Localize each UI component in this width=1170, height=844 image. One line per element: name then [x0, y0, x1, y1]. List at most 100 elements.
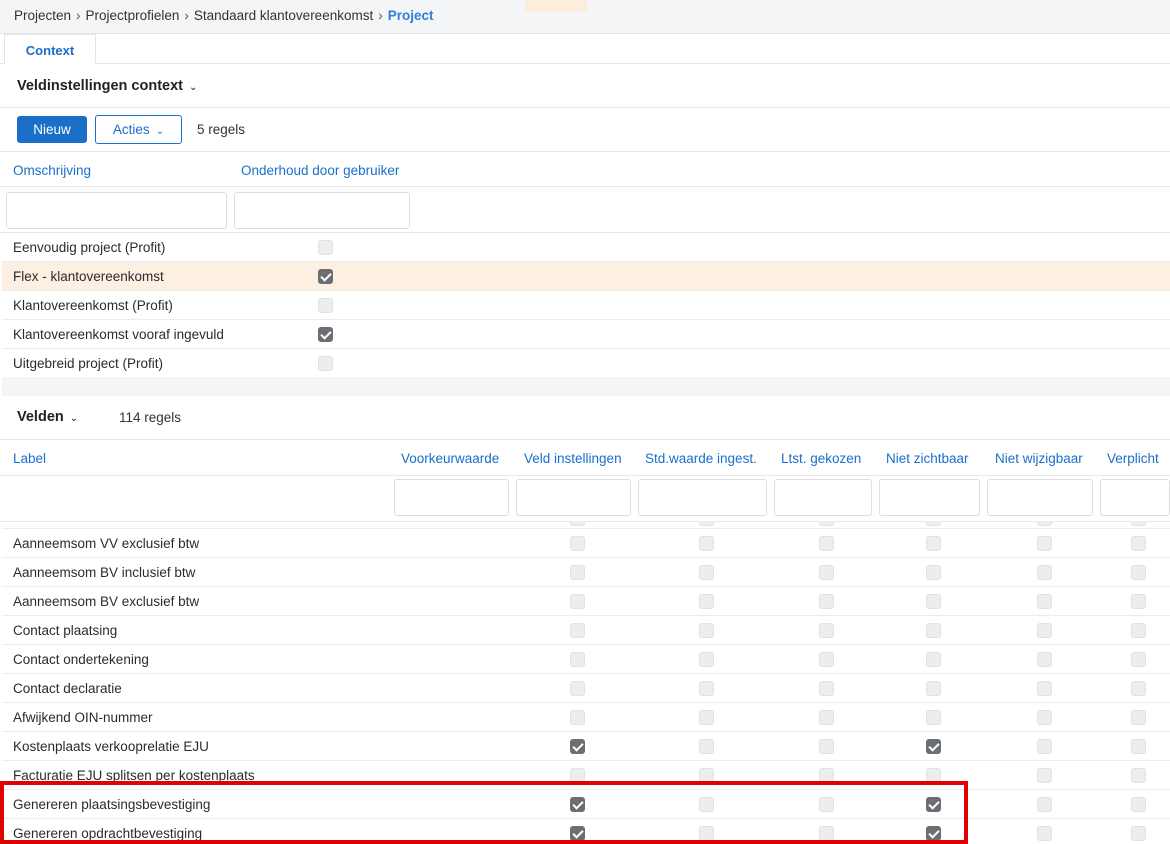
veld-instellingen-checkbox[interactable]: [570, 623, 585, 638]
niet-zichtbaar-checkbox[interactable]: [926, 710, 941, 725]
niet-wijzigbaar-checkbox[interactable]: [1037, 797, 1052, 812]
onderhoud-checkbox[interactable]: [318, 356, 333, 371]
fields-table-row[interactable]: Contact ondertekening: [2, 645, 1170, 674]
ltst-gekozen-checkbox[interactable]: [819, 652, 834, 667]
column-header-onderhoud[interactable]: Onderhoud door gebruiker: [241, 163, 399, 178]
filter-input-voorkeurwaarde[interactable]: [394, 479, 509, 516]
context-table-row[interactable]: Flex - klantovereenkomst: [2, 262, 1170, 291]
fields-table-row[interactable]: Aanneemsom BV exclusief btw: [2, 587, 1170, 616]
verplicht-checkbox[interactable]: [1131, 768, 1146, 783]
veld-instellingen-checkbox[interactable]: [570, 739, 585, 754]
verplicht-checkbox[interactable]: [1131, 536, 1146, 551]
veld-instellingen-checkbox[interactable]: [570, 681, 585, 696]
onderhoud-checkbox[interactable]: [318, 327, 333, 342]
verplicht-checkbox[interactable]: [1131, 681, 1146, 696]
std-waarde-checkbox[interactable]: [699, 652, 714, 667]
filter-input-veld-instellingen[interactable]: [516, 479, 631, 516]
verplicht-checkbox[interactable]: [1131, 565, 1146, 580]
ltst-gekozen-checkbox[interactable]: [819, 681, 834, 696]
filter-input-ltst-gekozen[interactable]: [774, 479, 872, 516]
context-table-row[interactable]: Klantovereenkomst (Profit): [2, 291, 1170, 320]
verplicht-checkbox[interactable]: [1131, 594, 1146, 609]
niet-wijzigbaar-checkbox[interactable]: [1037, 681, 1052, 696]
niet-zichtbaar-checkbox[interactable]: [926, 565, 941, 580]
ltst-gekozen-checkbox[interactable]: [819, 710, 834, 725]
column-header-omschrijving[interactable]: Omschrijving: [13, 163, 91, 178]
verplicht-checkbox[interactable]: [1131, 652, 1146, 667]
niet-zichtbaar-checkbox[interactable]: [926, 652, 941, 667]
onderhoud-checkbox[interactable]: [318, 240, 333, 255]
fields-table-row[interactable]: Afwijkend OIN-nummer: [2, 703, 1170, 732]
checkbox[interactable]: [1037, 521, 1052, 526]
tab-context[interactable]: Context: [4, 34, 96, 64]
veld-instellingen-checkbox[interactable]: [570, 536, 585, 551]
column-header-std-waarde[interactable]: Std.waarde ingest.: [645, 451, 757, 466]
niet-wijzigbaar-checkbox[interactable]: [1037, 710, 1052, 725]
std-waarde-checkbox[interactable]: [699, 623, 714, 638]
ltst-gekozen-checkbox[interactable]: [819, 739, 834, 754]
column-header-veld-instellingen[interactable]: Veld instellingen: [524, 451, 622, 466]
std-waarde-checkbox[interactable]: [699, 681, 714, 696]
filter-input-verplicht[interactable]: [1100, 479, 1170, 516]
breadcrumb-item-projectprofielen[interactable]: Projectprofielen: [86, 8, 180, 23]
column-header-niet-wijzigbaar[interactable]: Niet wijzigbaar: [995, 451, 1083, 466]
new-button[interactable]: Nieuw: [17, 116, 87, 143]
std-waarde-checkbox[interactable]: [699, 536, 714, 551]
niet-zichtbaar-checkbox[interactable]: [926, 594, 941, 609]
column-header-verplicht[interactable]: Verplicht: [1107, 451, 1159, 466]
veld-instellingen-checkbox[interactable]: [570, 652, 585, 667]
niet-zichtbaar-checkbox[interactable]: [926, 536, 941, 551]
niet-wijzigbaar-checkbox[interactable]: [1037, 536, 1052, 551]
filter-input-niet-wijzigbaar[interactable]: [987, 479, 1093, 516]
fields-table-row[interactable]: Contact declaratie: [2, 674, 1170, 703]
column-header-label[interactable]: Label: [13, 451, 46, 466]
niet-wijzigbaar-checkbox[interactable]: [1037, 652, 1052, 667]
ltst-gekozen-checkbox[interactable]: [819, 594, 834, 609]
column-header-ltst-gekozen[interactable]: Ltst. gekozen: [781, 451, 861, 466]
verplicht-checkbox[interactable]: [1131, 710, 1146, 725]
ltst-gekozen-checkbox[interactable]: [819, 623, 834, 638]
niet-zichtbaar-checkbox[interactable]: [926, 623, 941, 638]
filter-input-onderhoud[interactable]: [234, 192, 410, 229]
checkbox[interactable]: [819, 521, 834, 526]
niet-wijzigbaar-checkbox[interactable]: [1037, 739, 1052, 754]
checkbox[interactable]: [1131, 521, 1146, 526]
filter-input-omschrijving[interactable]: [6, 192, 227, 229]
verplicht-checkbox[interactable]: [1131, 797, 1146, 812]
verplicht-checkbox[interactable]: [1131, 826, 1146, 841]
niet-zichtbaar-checkbox[interactable]: [926, 681, 941, 696]
verplicht-checkbox[interactable]: [1131, 739, 1146, 754]
context-table-row[interactable]: Klantovereenkomst vooraf ingevuld: [2, 320, 1170, 349]
niet-zichtbaar-checkbox[interactable]: [926, 739, 941, 754]
fields-section-title[interactable]: Velden ⌄: [17, 409, 78, 425]
context-table-row[interactable]: Eenvoudig project (Profit): [2, 233, 1170, 262]
veld-instellingen-checkbox[interactable]: [570, 565, 585, 580]
fields-table-row[interactable]: Aanneemsom BV inclusief btw: [2, 558, 1170, 587]
breadcrumb-item-projecten[interactable]: Projecten: [14, 8, 71, 23]
niet-wijzigbaar-checkbox[interactable]: [1037, 826, 1052, 841]
veld-instellingen-checkbox[interactable]: [570, 710, 585, 725]
context-section-title[interactable]: Veldinstellingen context ⌄: [17, 78, 197, 94]
ltst-gekozen-checkbox[interactable]: [819, 565, 834, 580]
niet-wijzigbaar-checkbox[interactable]: [1037, 565, 1052, 580]
std-waarde-checkbox[interactable]: [699, 565, 714, 580]
ltst-gekozen-checkbox[interactable]: [819, 536, 834, 551]
veld-instellingen-checkbox[interactable]: [570, 594, 585, 609]
verplicht-checkbox[interactable]: [1131, 623, 1146, 638]
column-header-voorkeurwaarde[interactable]: Voorkeurwaarde: [401, 451, 499, 466]
filter-input-niet-zichtbaar[interactable]: [879, 479, 980, 516]
filter-input-std-waarde[interactable]: [638, 479, 767, 516]
fields-table-row[interactable]: Aanneemsom VV exclusief btw: [2, 529, 1170, 558]
niet-wijzigbaar-checkbox[interactable]: [1037, 594, 1052, 609]
actions-button[interactable]: Acties ⌄: [95, 115, 182, 144]
niet-wijzigbaar-checkbox[interactable]: [1037, 623, 1052, 638]
std-waarde-checkbox[interactable]: [699, 710, 714, 725]
fields-table-row[interactable]: Contact plaatsing: [2, 616, 1170, 645]
onderhoud-checkbox[interactable]: [318, 298, 333, 313]
context-table-row[interactable]: Uitgebreid project (Profit): [2, 349, 1170, 378]
niet-wijzigbaar-checkbox[interactable]: [1037, 768, 1052, 783]
checkbox[interactable]: [699, 521, 714, 526]
checkbox[interactable]: [570, 521, 585, 526]
std-waarde-checkbox[interactable]: [699, 594, 714, 609]
onderhoud-checkbox[interactable]: [318, 269, 333, 284]
